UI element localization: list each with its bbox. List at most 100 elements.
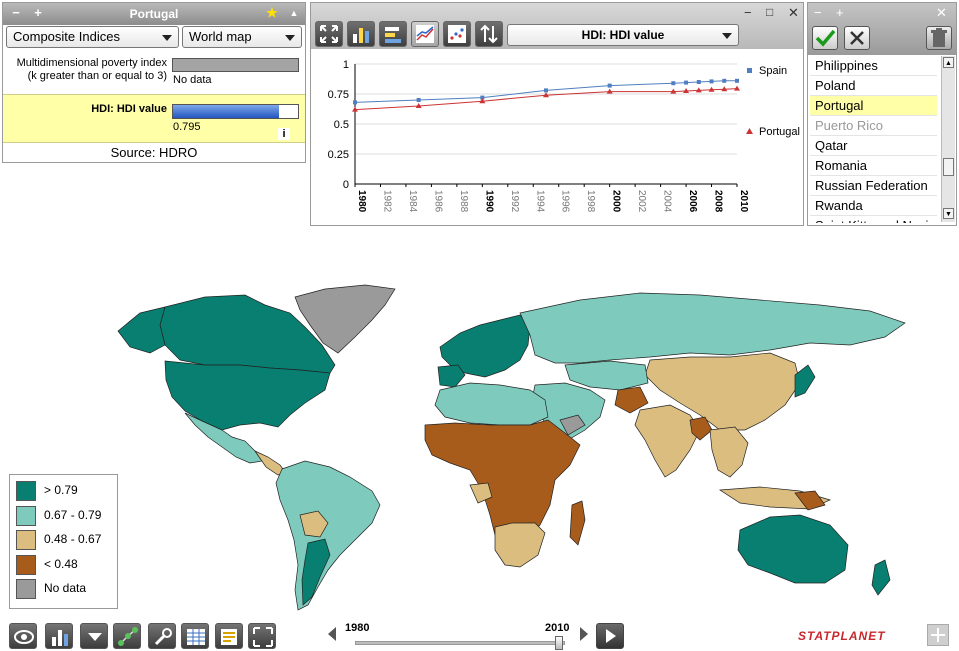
close-icon[interactable]: ✕: [788, 5, 799, 21]
map-region-southern-africa[interactable]: [494, 522, 546, 568]
collapse-up-icon[interactable]: ▲: [287, 6, 301, 20]
map-region-madagascar[interactable]: [569, 500, 586, 546]
expand-icon[interactable]: +: [836, 5, 844, 20]
maximize-icon[interactable]: □: [766, 5, 773, 19]
y-tick-label: 1: [343, 59, 349, 71]
data-point: [544, 88, 548, 93]
timeline-next-icon[interactable]: [580, 627, 588, 641]
timeline-handle[interactable]: [555, 636, 563, 650]
map-region-se-asia[interactable]: [709, 426, 749, 478]
indicator-value: 0.795: [173, 121, 201, 133]
chart-button[interactable]: [45, 623, 73, 649]
legend-swatch: [16, 554, 36, 575]
map-region-india[interactable]: [634, 404, 701, 478]
trash-icon: [931, 28, 947, 47]
confirm-button[interactable]: [812, 26, 838, 50]
map-region-australia[interactable]: [737, 514, 849, 584]
download-arrow-icon: [88, 633, 102, 641]
country-list-panel: − + ✕ Philippines Poland Portugal Puerto Ri…: [807, 2, 957, 226]
scroll-up-icon[interactable]: ▲: [943, 57, 954, 68]
x-tick-label: 2000: [611, 190, 622, 213]
horizontal-bar-icon: [385, 27, 401, 43]
delete-button[interactable]: [926, 26, 952, 50]
checkmark-icon: [815, 29, 836, 47]
list-scrollbar[interactable]: ▲ ▼: [941, 56, 955, 222]
clear-button[interactable]: [844, 26, 870, 50]
timeline-prev-icon[interactable]: [328, 627, 336, 641]
download-button[interactable]: [80, 623, 108, 649]
chevron-down-icon: [162, 35, 172, 41]
x-tick-label: 1986: [432, 190, 443, 213]
info-panel-titlebar: − + Portugal ★ ▲: [3, 3, 305, 25]
country-list-item[interactable]: Rwanda: [810, 196, 937, 216]
x-tick-label: 1984: [407, 190, 418, 213]
data-point: [416, 98, 421, 102]
indicator-row-mpi[interactable]: Multidimensional poverty index (k greate…: [3, 53, 305, 93]
source-label: Source: HDRO: [110, 145, 198, 160]
data-point: [709, 79, 714, 84]
fullscreen-button[interactable]: [315, 21, 343, 47]
y-tick-label: 0.75: [328, 89, 349, 101]
country-list-item[interactable]: Romania: [810, 156, 937, 176]
legend-swatch: [16, 481, 36, 501]
view-button[interactable]: [9, 623, 37, 649]
map-type-dropdown[interactable]: World map: [182, 26, 302, 48]
x-tick-label: 2010: [738, 190, 749, 213]
map-region-afghanistan[interactable]: [614, 386, 649, 414]
timeline-track[interactable]: [355, 641, 565, 645]
data-point: [353, 100, 357, 105]
x-tick-label: 1990: [483, 190, 494, 213]
bar-chart-button[interactable]: [347, 21, 375, 47]
country-list-item[interactable]: Saint Kitts and Nevis: [810, 216, 937, 223]
minimize-icon[interactable]: −: [814, 5, 822, 20]
timeline-start-label: 1980: [345, 622, 370, 634]
line-chart-button[interactable]: [411, 21, 439, 47]
country-list-item[interactable]: Portugal: [810, 96, 937, 116]
info-icon[interactable]: i: [278, 128, 290, 140]
scatter-icon: [448, 25, 466, 43]
country-list-item[interactable]: Poland: [810, 76, 937, 96]
country-list-item[interactable]: Philippines: [810, 56, 937, 76]
line-chart: 0 0.25 0.5 0.75 1 1980 1982 1984 1986 1988 1990 199…: [328, 59, 800, 213]
country-list-item[interactable]: Puerto Rico: [810, 116, 937, 136]
network-button[interactable]: [113, 623, 141, 649]
legend-series-label: Spain: [759, 65, 787, 77]
map-region-north-africa[interactable]: [434, 382, 549, 426]
map-region-japan[interactable]: [794, 364, 816, 398]
map-region-alaska[interactable]: [117, 306, 166, 354]
play-button[interactable]: [596, 623, 624, 649]
map-region-russia[interactable]: [519, 292, 906, 364]
legend-label: 0.48 - 0.67: [44, 532, 102, 546]
country-list-item[interactable]: Qatar: [810, 136, 937, 156]
country-list-item[interactable]: Russian Federation: [810, 176, 937, 196]
sort-button[interactable]: [475, 21, 503, 47]
bar-chart-icon: [52, 630, 68, 646]
network-icon: [118, 627, 138, 646]
star-icon[interactable]: ★: [265, 6, 279, 20]
close-icon[interactable]: ✕: [936, 5, 947, 21]
chart-indicator-dropdown[interactable]: HDI: HDI value: [507, 24, 739, 46]
scroll-down-icon[interactable]: ▼: [943, 208, 954, 219]
legend-marker: [746, 128, 753, 134]
world-map[interactable]: [0, 265, 959, 625]
map-region-usa[interactable]: [164, 360, 331, 431]
chevron-down-icon: [285, 35, 295, 41]
settings-button[interactable]: [148, 623, 176, 649]
map-region-new-zealand[interactable]: [871, 559, 891, 596]
bar-chart-icon: [353, 28, 369, 43]
scroll-thumb[interactable]: [943, 158, 954, 176]
corner-resize-button[interactable]: [927, 624, 949, 646]
table-button[interactable]: [181, 623, 209, 649]
indicator-bar-fill: [173, 105, 280, 118]
notes-button[interactable]: [215, 623, 243, 649]
minimize-icon[interactable]: −: [744, 5, 752, 20]
scatter-button[interactable]: [443, 21, 471, 47]
fullscreen-button[interactable]: [248, 623, 276, 649]
indicator-category-dropdown[interactable]: Composite Indices: [6, 26, 179, 48]
horizontal-bar-button[interactable]: [379, 21, 407, 47]
indicator-row-hdi[interactable]: HDI: HDI value 0.795 i: [3, 94, 305, 143]
map-region-kazakhstan[interactable]: [564, 360, 649, 391]
legend-series-label: Portugal: [759, 126, 800, 138]
map-region-south-america[interactable]: [275, 460, 381, 611]
data-point: [735, 78, 739, 83]
